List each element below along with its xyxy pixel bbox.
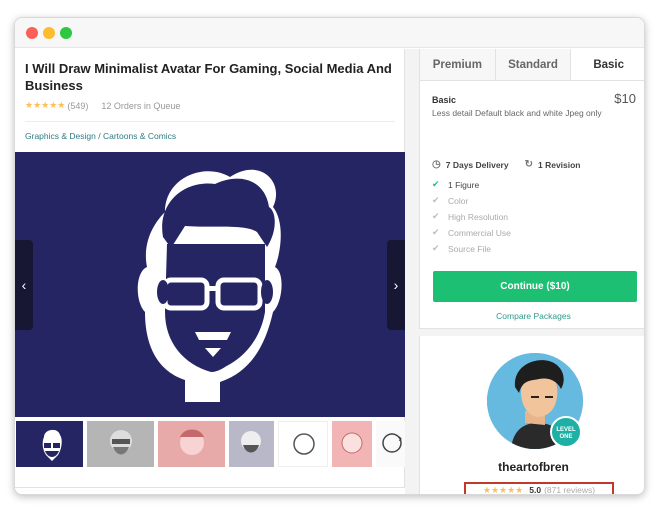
- gallery-main-image: ‹ ›: [15, 152, 405, 417]
- delivery-time: 7 Days Delivery: [445, 159, 509, 170]
- gallery-thumbnail[interactable]: [278, 421, 328, 467]
- seller-rating-score: 5.0: [529, 485, 542, 495]
- revisions-count: 1 Revision: [537, 159, 581, 170]
- package-card: Premium Standard Basic Basic $10 Less de…: [419, 49, 644, 329]
- avatar-illustration: [137, 169, 282, 402]
- gig-rating-row: ★★★★★ (549) 12 Orders in Queue: [25, 100, 180, 111]
- feature-item: ✔ Color: [432, 195, 468, 206]
- tab-basic[interactable]: Basic: [571, 49, 644, 80]
- page-content: I Will Draw Minimalist Avatar For Gaming…: [15, 49, 644, 494]
- package-name: Basic: [432, 95, 457, 105]
- close-window-button[interactable]: [26, 27, 38, 39]
- next-section-edge: [15, 487, 405, 494]
- tab-premium[interactable]: Premium: [420, 49, 496, 80]
- check-icon: ✔: [432, 179, 440, 189]
- check-icon: ✔: [432, 211, 440, 221]
- divider: [25, 121, 395, 122]
- category-breadcrumb[interactable]: Graphics & Design / Cartoons & Comics: [25, 131, 176, 141]
- gallery-prev-button[interactable]: ‹: [15, 240, 33, 330]
- feature-label: Commercial Use: [448, 227, 511, 238]
- feature-item: ✔ Source File: [432, 243, 491, 254]
- gallery-thumbnail[interactable]: [16, 421, 83, 467]
- gig-title: I Will Draw Minimalist Avatar For Gaming…: [25, 61, 392, 93]
- compare-packages-link[interactable]: Compare Packages: [420, 311, 644, 321]
- package-tabs: Premium Standard Basic: [420, 49, 644, 81]
- feature-item: ✔ Commercial Use: [432, 227, 511, 238]
- gallery-thumbnail[interactable]: [158, 421, 225, 467]
- feature-label: Color: [448, 195, 469, 206]
- thumbnails-next-icon[interactable]: ›: [398, 433, 402, 445]
- seller-level-badge: LEVEL ONE: [550, 416, 582, 448]
- package-price: $10: [614, 91, 636, 106]
- refresh-icon: ↻: [524, 159, 533, 170]
- gallery-thumbnail[interactable]: [229, 421, 274, 467]
- feature-item: ✔ 1 Figure: [432, 179, 479, 190]
- seller-review-count[interactable]: (871 reviews): [544, 485, 595, 494]
- check-icon: ✔: [432, 243, 440, 253]
- clock-icon: ◷: [432, 159, 441, 170]
- rating-count[interactable]: (549): [67, 101, 88, 111]
- package-description: Less detail Default black and white Jpeg…: [432, 108, 602, 118]
- gig-overview: I Will Draw Minimalist Avatar For Gaming…: [15, 49, 405, 489]
- orders-in-queue: 12 Orders in Queue: [101, 100, 181, 111]
- tab-standard[interactable]: Standard: [495, 49, 572, 80]
- rating-stars-icon: ★★★★★: [482, 484, 524, 495]
- window-titlebar: [15, 18, 644, 48]
- gallery-next-button[interactable]: ›: [387, 240, 405, 330]
- gallery-thumbnail[interactable]: [332, 421, 372, 467]
- continue-button[interactable]: Continue ($10): [433, 271, 637, 302]
- browser-window: I Will Draw Minimalist Avatar For Gaming…: [14, 17, 645, 495]
- feature-label: Source File: [448, 243, 491, 254]
- gallery-thumbnails: [15, 421, 405, 467]
- seller-card: LEVEL ONE theartofbren ★★★★★ 5.0 (871 rev…: [419, 336, 644, 495]
- gallery-thumbnail[interactable]: [87, 421, 154, 467]
- feature-label: High Resolution: [448, 211, 509, 222]
- delivery-revisions-row: ◷ 7 Days Delivery ↻ 1 Revision: [432, 159, 581, 170]
- minimize-window-button[interactable]: [43, 27, 55, 39]
- check-icon: ✔: [432, 195, 440, 205]
- maximize-window-button[interactable]: [60, 27, 72, 39]
- check-icon: ✔: [432, 227, 440, 237]
- feature-label: 1 Figure: [448, 179, 480, 190]
- rating-stars-icon: ★★★★★: [25, 100, 66, 110]
- seller-name[interactable]: theartofbren: [420, 460, 644, 474]
- seller-rating: ★★★★★ 5.0 (871 reviews): [464, 482, 614, 495]
- feature-item: ✔ High Resolution: [432, 211, 508, 222]
